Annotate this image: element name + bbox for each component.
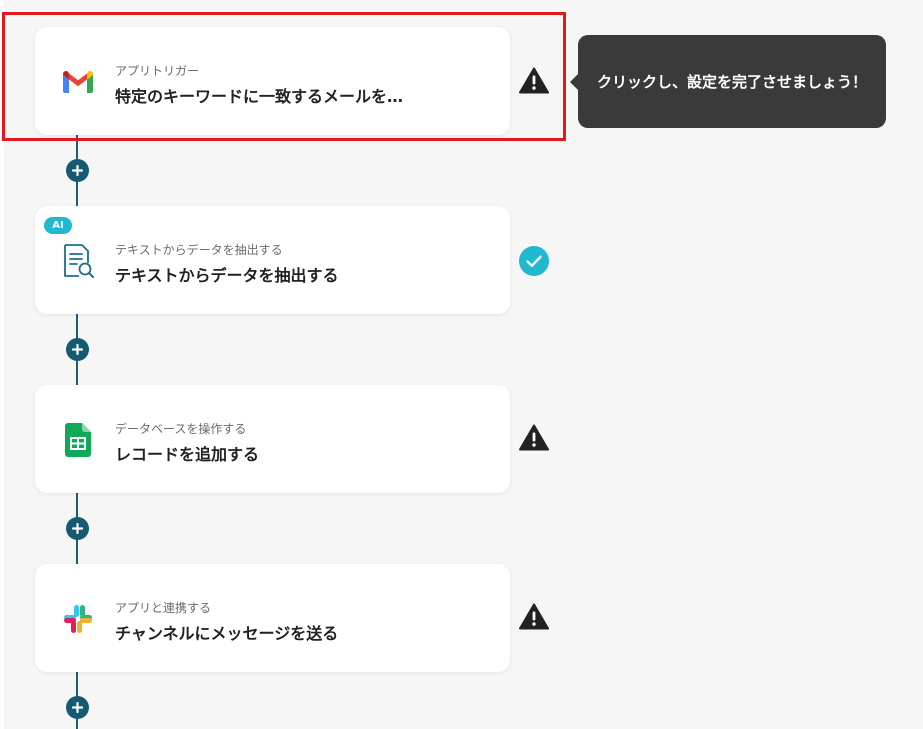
step-card-slack[interactable]: アプリと連携する チャンネルにメッセージを送る bbox=[35, 564, 510, 672]
step-subtitle: テキストからデータを抽出する bbox=[115, 243, 283, 257]
tooltip-arrow bbox=[570, 74, 578, 90]
plus-icon bbox=[72, 702, 83, 713]
slack-icon bbox=[59, 600, 97, 638]
warning-icon bbox=[518, 600, 550, 632]
google-sheets-icon bbox=[59, 421, 97, 459]
step-title: チャンネルにメッセージを送る bbox=[115, 624, 339, 643]
step-subtitle: アプリトリガー bbox=[115, 64, 200, 78]
plus-icon bbox=[72, 523, 83, 534]
warning-icon bbox=[518, 64, 550, 96]
add-step-button[interactable] bbox=[66, 338, 89, 361]
step-title: レコードを追加する bbox=[115, 445, 260, 464]
warning-icon bbox=[518, 421, 550, 453]
step-subtitle: アプリと連携する bbox=[115, 601, 212, 615]
plus-icon bbox=[72, 344, 83, 355]
page-left-edge bbox=[0, 0, 4, 729]
step-subtitle: データベースを操作する bbox=[115, 422, 247, 436]
step-card-database[interactable]: データベースを操作する レコードを追加する bbox=[35, 385, 510, 493]
document-search-icon bbox=[59, 242, 97, 280]
ai-badge: AI bbox=[44, 217, 72, 234]
check-circle-icon bbox=[518, 245, 550, 277]
step-title: 特定のキーワードに一致するメールを… bbox=[115, 87, 404, 106]
gmail-icon bbox=[59, 63, 97, 101]
step-card-extract[interactable]: テキストからデータを抽出する テキストからデータを抽出する bbox=[35, 206, 510, 314]
add-step-button[interactable] bbox=[66, 696, 89, 719]
plus-icon bbox=[72, 165, 83, 176]
step-card-trigger[interactable]: アプリトリガー 特定のキーワードに一致するメールを… bbox=[35, 27, 510, 135]
add-step-button[interactable] bbox=[66, 159, 89, 182]
tooltip-text: クリックし、設定を完了させましょう！ bbox=[596, 73, 867, 91]
step-title: テキストからデータを抽出する bbox=[115, 266, 339, 285]
setup-tooltip: クリックし、設定を完了させましょう！ bbox=[570, 35, 886, 128]
add-step-button[interactable] bbox=[66, 517, 89, 540]
